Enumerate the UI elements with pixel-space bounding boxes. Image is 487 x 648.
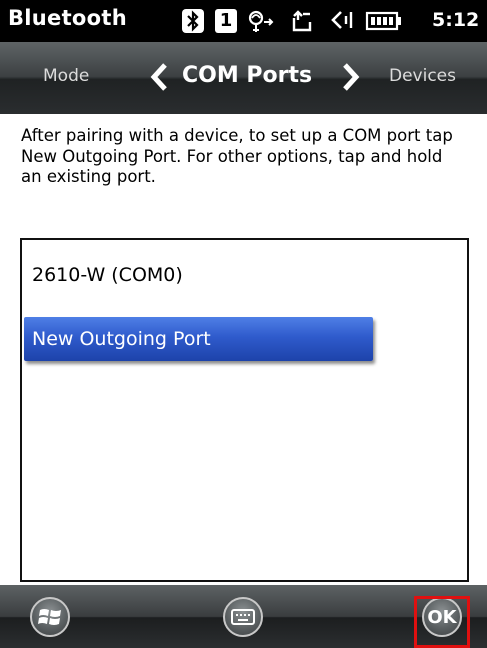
instructions-text: After pairing with a device, to set up a… <box>21 126 453 186</box>
list-item-new-outgoing-port[interactable]: New Outgoing Port <box>24 317 373 361</box>
app-title: Bluetooth <box>8 6 127 30</box>
sim-icon[interactable]: 1 <box>214 8 238 34</box>
list-item-com0[interactable]: 2610-W (COM0) <box>32 264 183 286</box>
tab-header: Mode COM Ports Devices <box>0 42 487 114</box>
status-bar: Bluetooth 1 5:12 <box>0 0 487 42</box>
keyboard-icon[interactable] <box>223 597 263 637</box>
wifi-icon[interactable] <box>247 8 279 34</box>
tab-com-ports[interactable]: COM Ports <box>182 63 312 88</box>
ok-button-highlight <box>414 596 470 648</box>
volume-icon[interactable] <box>324 8 356 34</box>
chevron-right-icon[interactable] <box>337 60 365 94</box>
tab-mode[interactable]: Mode <box>43 66 89 86</box>
sim-slot-number: 1 <box>219 10 233 31</box>
clock[interactable]: 5:12 <box>432 9 479 31</box>
sync-icon[interactable] <box>288 8 318 34</box>
bluetooth-icon[interactable] <box>180 8 206 34</box>
com-port-list[interactable]: 2610-W (COM0) New Outgoing Port <box>20 238 469 582</box>
chevron-left-icon[interactable] <box>145 60 173 94</box>
windows-start-icon[interactable] <box>30 597 70 637</box>
battery-icon[interactable] <box>364 8 426 34</box>
tab-devices[interactable]: Devices <box>389 66 456 86</box>
